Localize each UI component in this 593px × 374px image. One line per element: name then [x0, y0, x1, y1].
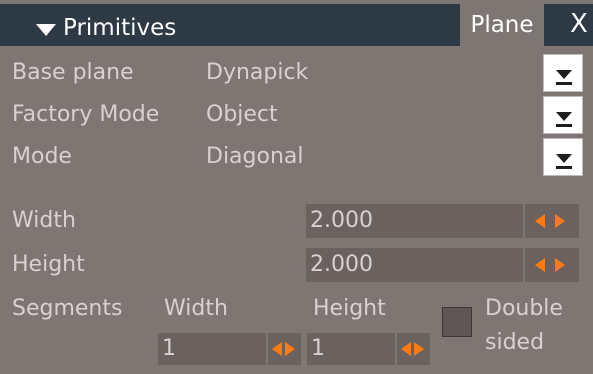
primitives-panel: Primitives Plane X Base plane Dynapick F…	[0, 0, 593, 374]
segments-label: Segments	[12, 296, 123, 321]
width-label: Width	[12, 208, 76, 233]
spinner-left-arrow-icon[interactable]	[401, 342, 411, 356]
spinner-right-arrow-icon[interactable]	[285, 342, 295, 356]
base-plane-value[interactable]: Dynapick	[206, 59, 308, 87]
width-spinner[interactable]	[525, 204, 579, 238]
segments-width-label: Width	[164, 296, 228, 321]
dropdown-arrow-icon	[556, 154, 572, 163]
spinner-left-arrow-icon[interactable]	[272, 342, 282, 356]
width-input[interactable]: 2.000	[306, 204, 523, 238]
spinner-right-arrow-icon[interactable]	[555, 258, 565, 272]
mode-label: Mode	[12, 144, 72, 169]
tab-plane[interactable]: Plane	[460, 4, 544, 46]
factory-mode-label: Factory Mode	[12, 102, 160, 127]
factory-mode-dropdown-button[interactable]	[543, 96, 583, 134]
spinner-right-arrow-icon[interactable]	[555, 214, 565, 228]
height-spinner[interactable]	[525, 248, 579, 282]
close-icon[interactable]: X	[570, 9, 588, 39]
segments-height-label: Height	[313, 296, 386, 321]
spinner-left-arrow-icon[interactable]	[535, 214, 545, 228]
height-label: Height	[12, 252, 85, 277]
segments-height-spinner[interactable]	[397, 333, 430, 365]
factory-mode-value[interactable]: Object	[206, 101, 278, 129]
base-plane-label: Base plane	[12, 60, 134, 85]
segments-width-spinner[interactable]	[268, 333, 301, 365]
spinner-left-arrow-icon[interactable]	[535, 258, 545, 272]
segments-height-input[interactable]: 1	[307, 333, 395, 365]
spinner-right-arrow-icon[interactable]	[414, 342, 424, 356]
dropdown-arrow-icon	[556, 70, 572, 79]
double-sided-label-line2: sided	[485, 330, 545, 355]
panel-title: Primitives	[63, 15, 177, 41]
mode-value[interactable]: Diagonal	[206, 143, 304, 171]
height-input[interactable]: 2.000	[306, 248, 523, 282]
double-sided-checkbox[interactable]	[442, 307, 472, 337]
segments-width-input[interactable]: 1	[158, 333, 266, 365]
double-sided-label-line1: Double	[485, 296, 563, 321]
base-plane-dropdown-button[interactable]	[543, 54, 583, 92]
dropdown-arrow-icon	[556, 112, 572, 121]
mode-dropdown-button[interactable]	[543, 138, 583, 176]
collapse-arrow-icon[interactable]	[36, 24, 56, 36]
